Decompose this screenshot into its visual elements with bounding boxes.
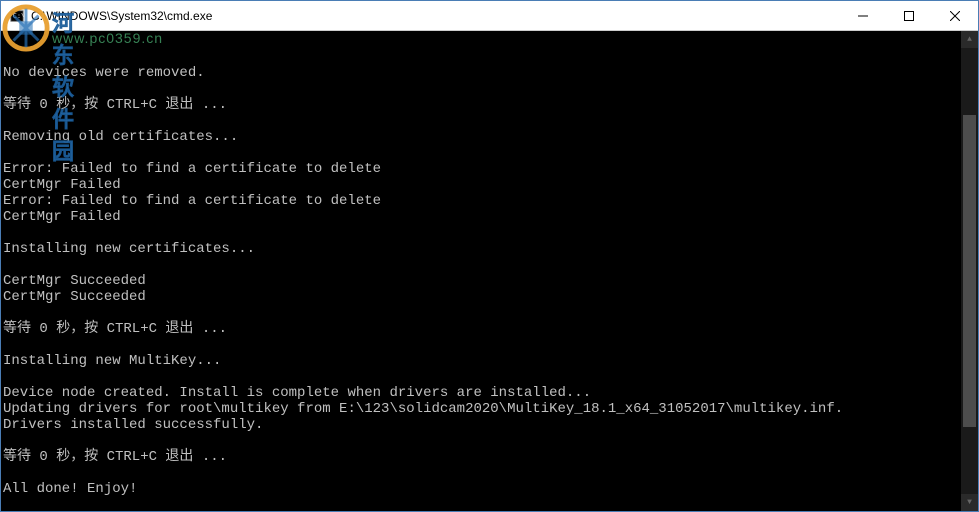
terminal-line: CertMgr Failed: [3, 209, 978, 225]
terminal-line: Installing new MultiKey...: [3, 353, 978, 369]
terminal-line: 等待 0 秒，按 CTRL+C 退出 ...: [3, 321, 978, 337]
terminal-line: [3, 433, 978, 449]
terminal-line: [3, 257, 978, 273]
terminal-line: Installing new certificates...: [3, 241, 978, 257]
cmd-icon: C:\: [9, 8, 25, 24]
terminal-line: CertMgr Failed: [3, 177, 978, 193]
terminal-line: [3, 465, 978, 481]
window-title: C:\WINDOWS\System32\cmd.exe: [31, 9, 840, 23]
terminal-line: [3, 81, 978, 97]
terminal-line: [3, 225, 978, 241]
terminal-line: No devices were removed.: [3, 65, 978, 81]
titlebar[interactable]: C:\ C:\WINDOWS\System32\cmd.exe: [1, 1, 978, 31]
maximize-button[interactable]: [886, 1, 932, 30]
scrollbar-down-arrow[interactable]: ▼: [961, 494, 978, 511]
terminal-line: [3, 305, 978, 321]
terminal-line: Updating drivers for root\multikey from …: [3, 401, 978, 417]
terminal-line: Drivers installed successfully.: [3, 417, 978, 433]
close-button[interactable]: [932, 1, 978, 30]
window-controls: [840, 1, 978, 30]
terminal-line: 等待 0 秒，按 CTRL+C 退出 ...: [3, 97, 978, 113]
terminal-line: [3, 113, 978, 129]
scrollbar-up-arrow[interactable]: ▲: [961, 31, 978, 48]
terminal-line: [3, 369, 978, 385]
scrollbar[interactable]: ▲ ▼: [961, 31, 978, 511]
terminal-line: Device node created. Install is complete…: [3, 385, 978, 401]
terminal-line: Error: Failed to find a certificate to d…: [3, 193, 978, 209]
terminal-line: [3, 337, 978, 353]
terminal-line: 等待 0 秒，按 CTRL+C 退出 ...: [3, 449, 978, 465]
scrollbar-track[interactable]: [961, 48, 978, 494]
terminal-line: Error: Failed to find a certificate to d…: [3, 161, 978, 177]
terminal-line: CertMgr Succeeded: [3, 289, 978, 305]
minimize-button[interactable]: [840, 1, 886, 30]
scrollbar-thumb[interactable]: [963, 115, 976, 427]
terminal-output[interactable]: No devices were removed. 等待 0 秒，按 CTRL+C …: [1, 31, 978, 511]
terminal-line: Removing old certificates...: [3, 129, 978, 145]
terminal-line: All done! Enjoy!: [3, 481, 978, 497]
cmd-window: C:\ C:\WINDOWS\System32\cmd.exe No devic…: [0, 0, 979, 512]
svg-text:C:\: C:\: [13, 11, 24, 19]
terminal-line: CertMgr Succeeded: [3, 273, 978, 289]
terminal-line: [3, 497, 978, 511]
terminal-line: [3, 145, 978, 161]
